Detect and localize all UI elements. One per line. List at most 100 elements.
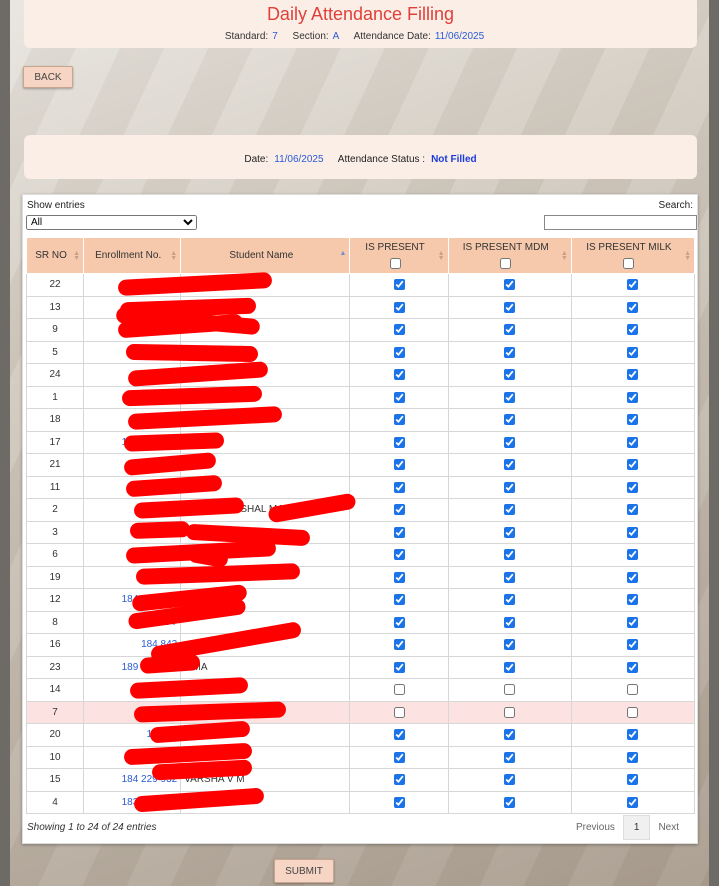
is-present-mdm-checkbox[interactable]: [504, 684, 516, 696]
submit-button[interactable]: SUBMIT: [274, 859, 334, 883]
is-present-milk-checkbox[interactable]: [627, 526, 639, 538]
is-present-milk-checkbox[interactable]: [627, 549, 639, 561]
is-present-checkbox[interactable]: [393, 324, 405, 336]
is-present-mdm-checkbox[interactable]: [504, 459, 516, 471]
column-header-is-present-milk[interactable]: IS PRESENT MILK ▲ ▼: [570, 237, 696, 274]
is-present-milk-checkbox[interactable]: [627, 571, 639, 583]
select-all-mdm-checkbox[interactable]: [500, 258, 512, 269]
is-present-mdm-checkbox[interactable]: [504, 774, 516, 786]
is-present-milk-checkbox[interactable]: [627, 706, 639, 718]
back-button[interactable]: BACK: [23, 66, 73, 88]
is-present-mdm-checkbox[interactable]: [504, 594, 516, 606]
is-present-checkbox[interactable]: [393, 616, 405, 628]
next-page-button[interactable]: Next: [650, 822, 687, 833]
column-header-enrollment[interactable]: Enrollment No. ▲ ▼: [83, 237, 182, 274]
is-present-checkbox[interactable]: [393, 526, 405, 538]
is-present-mdm-checkbox[interactable]: [504, 324, 516, 336]
select-all-present-checkbox[interactable]: [389, 258, 401, 269]
is-present-checkbox[interactable]: [393, 594, 405, 606]
is-present-checkbox[interactable]: [393, 729, 405, 741]
is-present-milk-checkbox[interactable]: [627, 504, 639, 516]
is-present-milk-checkbox[interactable]: [627, 751, 639, 763]
redaction-mark: [129, 520, 191, 540]
is-present-checkbox[interactable]: [393, 639, 405, 651]
is-present-milk-checkbox[interactable]: [627, 616, 639, 628]
is-present-mdm-checkbox[interactable]: [504, 639, 516, 651]
is-present-mdm-checkbox[interactable]: [504, 661, 516, 673]
is-present-mdm-cell: [448, 701, 572, 724]
is-present-milk-checkbox[interactable]: [627, 346, 639, 358]
is-present-mdm-checkbox[interactable]: [504, 346, 516, 358]
is-present-checkbox[interactable]: [393, 706, 405, 718]
column-header-is-present[interactable]: IS PRESENT ▲ ▼: [349, 237, 449, 274]
is-present-mdm-checkbox[interactable]: [504, 414, 516, 426]
sr-no-cell: 4: [25, 791, 85, 814]
is-present-checkbox[interactable]: [393, 346, 405, 358]
is-present-checkbox[interactable]: [393, 751, 405, 763]
is-present-mdm-checkbox[interactable]: [504, 301, 516, 313]
is-present-checkbox[interactable]: [393, 481, 405, 493]
is-present-milk-checkbox[interactable]: [627, 481, 639, 493]
current-page-button[interactable]: 1: [622, 815, 651, 840]
is-present-mdm-checkbox[interactable]: [504, 706, 516, 718]
is-present-mdm-cell: [448, 498, 572, 522]
sr-no-cell: 16: [25, 633, 85, 657]
is-present-checkbox[interactable]: [393, 391, 405, 403]
entries-length-select[interactable]: All: [26, 215, 197, 230]
is-present-mdm-checkbox[interactable]: [504, 391, 516, 403]
is-present-checkbox[interactable]: [393, 684, 405, 696]
is-present-milk-checkbox[interactable]: [627, 729, 639, 741]
is-present-milk-checkbox[interactable]: [627, 684, 639, 696]
select-all-milk-checkbox[interactable]: [623, 258, 635, 269]
is-present-mdm-checkbox[interactable]: [504, 616, 516, 628]
is-present-checkbox[interactable]: [393, 796, 405, 808]
previous-page-button[interactable]: Previous: [568, 822, 623, 833]
is-present-mdm-checkbox[interactable]: [504, 571, 516, 583]
column-header-is-present-mdm[interactable]: IS PRESENT MDM ▲ ▼: [447, 237, 572, 274]
sort-icon: ▲ ▼: [73, 250, 81, 262]
is-present-checkbox[interactable]: [393, 459, 405, 471]
is-present-checkbox[interactable]: [393, 436, 405, 448]
is-present-milk-checkbox[interactable]: [627, 414, 639, 426]
is-present-checkbox[interactable]: [393, 504, 405, 516]
is-present-milk-checkbox[interactable]: [627, 369, 639, 381]
class-meta: Standard: 7 Section: A Attendance Date: 11/…: [24, 31, 697, 42]
is-present-checkbox[interactable]: [393, 549, 405, 561]
table-row: 8184 192 7: [25, 611, 696, 634]
search-input[interactable]: [544, 215, 697, 230]
show-entries-label: Show entries: [27, 200, 85, 211]
is-present-checkbox[interactable]: [393, 414, 405, 426]
is-present-mdm-checkbox[interactable]: [504, 796, 516, 808]
is-present-checkbox[interactable]: [393, 661, 405, 673]
is-present-milk-checkbox[interactable]: [627, 301, 639, 313]
is-present-milk-checkbox[interactable]: [627, 279, 639, 291]
column-header-student-name[interactable]: Student Name ▲: [180, 237, 351, 274]
is-present-milk-cell: [571, 363, 696, 387]
is-present-mdm-checkbox[interactable]: [504, 549, 516, 561]
is-present-mdm-checkbox[interactable]: [504, 504, 516, 516]
is-present-milk-checkbox[interactable]: [627, 774, 639, 786]
column-header-sr-no[interactable]: SR NO ▲ ▼: [25, 237, 85, 274]
is-present-milk-checkbox[interactable]: [627, 639, 639, 651]
is-present-checkbox[interactable]: [393, 571, 405, 583]
is-present-checkbox[interactable]: [393, 774, 405, 786]
is-present-mdm-checkbox[interactable]: [504, 436, 516, 448]
is-present-checkbox[interactable]: [393, 279, 405, 291]
is-present-mdm-checkbox[interactable]: [504, 369, 516, 381]
is-present-mdm-checkbox[interactable]: [504, 729, 516, 741]
is-present-milk-checkbox[interactable]: [627, 796, 639, 808]
is-present-milk-checkbox[interactable]: [627, 391, 639, 403]
is-present-checkbox[interactable]: [393, 369, 405, 381]
is-present-milk-checkbox[interactable]: [627, 594, 639, 606]
is-present-mdm-checkbox[interactable]: [504, 751, 516, 763]
is-present-mdm-checkbox[interactable]: [504, 526, 516, 538]
is-present-milk-checkbox[interactable]: [627, 661, 639, 673]
is-present-checkbox[interactable]: [393, 301, 405, 313]
is-present-milk-checkbox[interactable]: [627, 324, 639, 336]
is-present-milk-checkbox[interactable]: [627, 436, 639, 448]
is-present-mdm-checkbox[interactable]: [504, 279, 516, 291]
is-present-milk-cell: [571, 431, 696, 454]
is-present-mdm-cell: [448, 341, 572, 364]
is-present-mdm-checkbox[interactable]: [504, 481, 516, 493]
is-present-milk-checkbox[interactable]: [627, 459, 639, 471]
